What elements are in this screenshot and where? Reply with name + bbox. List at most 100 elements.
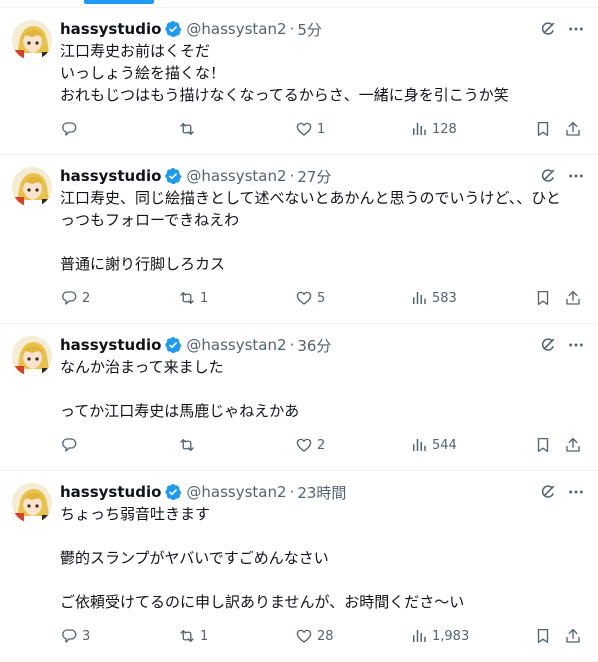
avatar[interactable] [12, 20, 52, 60]
display-name[interactable]: hassystudio [60, 167, 161, 185]
share-icon [566, 121, 580, 136]
bookmark-icon [537, 437, 549, 453]
bookmark-button[interactable] [534, 436, 564, 454]
reply-icon [62, 122, 77, 136]
like-button[interactable]: 1 [295, 120, 410, 138]
tweet-header: hassystudio @hassystan2 · 27分 [60, 165, 586, 187]
tweet[interactable]: hassystudio @hassystan2 · 23時間 ちょっち弱音吐きま… [0, 471, 598, 662]
reply-count: 2 [82, 290, 91, 306]
share-icon [566, 290, 580, 305]
tweet-actions: 3 1 28 1,983 [60, 617, 586, 655]
bookmark-icon [537, 290, 549, 306]
views-button[interactable]: 1,983 [410, 627, 534, 645]
views-button[interactable]: 128 [410, 120, 534, 138]
more-icon[interactable] [566, 482, 586, 502]
handle[interactable]: @hassystan2 [186, 20, 286, 38]
share-button[interactable] [564, 120, 584, 138]
tweet[interactable]: hassystudio @hassystan2 · 27分 江口寿史、同じ絵描き… [0, 155, 598, 324]
tweet-actions: 1 128 [60, 110, 586, 148]
handle[interactable]: @hassystan2 [186, 167, 286, 185]
grok-icon[interactable] [538, 166, 558, 186]
tweet-text-line [60, 525, 586, 547]
share-icon [566, 628, 580, 643]
views-button[interactable]: 544 [410, 436, 534, 454]
tab-indicator-bar [0, 0, 598, 8]
share-button[interactable] [564, 436, 584, 454]
reply-button[interactable] [60, 436, 178, 454]
views-icon [413, 630, 426, 642]
grok-icon[interactable] [538, 335, 558, 355]
timestamp[interactable]: 5分 [297, 19, 322, 40]
tweet-text-line: っつもフォローできねえわ [60, 211, 240, 229]
timestamp[interactable]: 27分 [297, 166, 331, 187]
tweet-header: hassystudio @hassystan2 · 36分 [60, 334, 586, 356]
bookmark-button[interactable] [534, 289, 564, 307]
handle[interactable]: @hassystan2 [186, 483, 286, 501]
avatar-illustration-icon [12, 336, 52, 376]
display-name[interactable]: hassystudio [60, 483, 161, 501]
separator-dot: · [289, 167, 295, 185]
bookmark-button[interactable] [534, 627, 564, 645]
more-icon[interactable] [566, 166, 586, 186]
views-icon [413, 439, 426, 451]
timestamp[interactable]: 36分 [297, 335, 331, 356]
retweet-count: 1 [200, 290, 209, 306]
view-count: 544 [432, 437, 457, 453]
tweet-actions: 2 1 5 583 [60, 279, 586, 317]
handle[interactable]: @hassystan2 [186, 336, 286, 354]
active-tab-indicator [84, 0, 154, 4]
timestamp[interactable]: 23時間 [297, 482, 346, 503]
tweet-text-line [60, 231, 586, 253]
retweet-button[interactable] [178, 436, 295, 454]
avatar-illustration-icon [12, 20, 52, 60]
like-button[interactable]: 2 [295, 436, 410, 454]
verified-badge-icon [164, 336, 182, 354]
retweet-icon [180, 439, 194, 451]
tweet-header: hassystudio @hassystan2 · 23時間 [60, 481, 586, 503]
tweet-text-line: ってか江口寿史は馬鹿じゃねえかあ [60, 402, 300, 420]
tweet-text-line: おれもじつはもう描けなくなってるからさ、一緒に身を引こうか笑 [60, 86, 509, 104]
views-button[interactable]: 583 [410, 289, 534, 307]
bookmark-button[interactable] [534, 120, 564, 138]
reply-count: 3 [82, 628, 91, 644]
share-button[interactable] [564, 627, 584, 645]
avatar[interactable] [12, 336, 52, 376]
avatar[interactable] [12, 483, 52, 523]
separator-dot: · [289, 336, 295, 354]
retweet-button[interactable]: 1 [178, 627, 295, 645]
tweet[interactable]: hassystudio @hassystan2 · 5分 江口寿史お前はくそだい… [0, 8, 598, 155]
tweet-header: hassystudio @hassystan2 · 5分 [60, 18, 586, 40]
verified-badge-icon [164, 167, 182, 185]
tweet-text-line: 鬱的スランプがヤバいですごめんなさい [60, 549, 329, 567]
tweet-text: 江口寿史、同じ絵描きとして述べないとあかんと思うのでいうけど、、ひと っつもフォロ… [60, 187, 586, 275]
reply-button[interactable] [60, 120, 178, 138]
like-button[interactable]: 5 [295, 289, 410, 307]
more-icon[interactable] [566, 335, 586, 355]
like-count: 28 [317, 628, 334, 644]
tweet-text: 江口寿史お前はくそだ いっしょう絵を描くな！ おれもじつはもう描けなくなってるからさ… [60, 40, 586, 106]
tweet-text-line: 江口寿史、同じ絵描きとして述べないとあかんと思うのでいうけど、、ひと [60, 189, 561, 207]
retweet-button[interactable] [178, 120, 295, 138]
avatar-illustration-icon [12, 483, 52, 523]
heart-icon [296, 291, 312, 305]
reply-button[interactable]: 3 [60, 627, 178, 645]
like-button[interactable]: 28 [295, 627, 410, 645]
reply-icon [62, 291, 77, 305]
reply-button[interactable]: 2 [60, 289, 178, 307]
tweet-text-line: なんか治まって来ました [60, 358, 224, 376]
tweet[interactable]: hassystudio @hassystan2 · 36分 なんか治まって来まし… [0, 324, 598, 471]
tweet-text: なんか治まって来ましたってか江口寿史は馬鹿じゃねえかあ [60, 356, 586, 422]
avatar[interactable] [12, 167, 52, 207]
retweet-button[interactable]: 1 [178, 289, 295, 307]
tweet-text-line: 普通に謝り行脚しろカス [60, 255, 226, 273]
share-button[interactable] [564, 289, 584, 307]
grok-icon[interactable] [538, 19, 558, 39]
grok-icon[interactable] [538, 482, 558, 502]
like-count: 5 [317, 290, 326, 306]
reply-icon [62, 438, 77, 452]
retweet-icon [180, 630, 194, 642]
display-name[interactable]: hassystudio [60, 20, 161, 38]
retweet-icon [180, 123, 194, 135]
more-icon[interactable] [566, 19, 586, 39]
display-name[interactable]: hassystudio [60, 336, 161, 354]
